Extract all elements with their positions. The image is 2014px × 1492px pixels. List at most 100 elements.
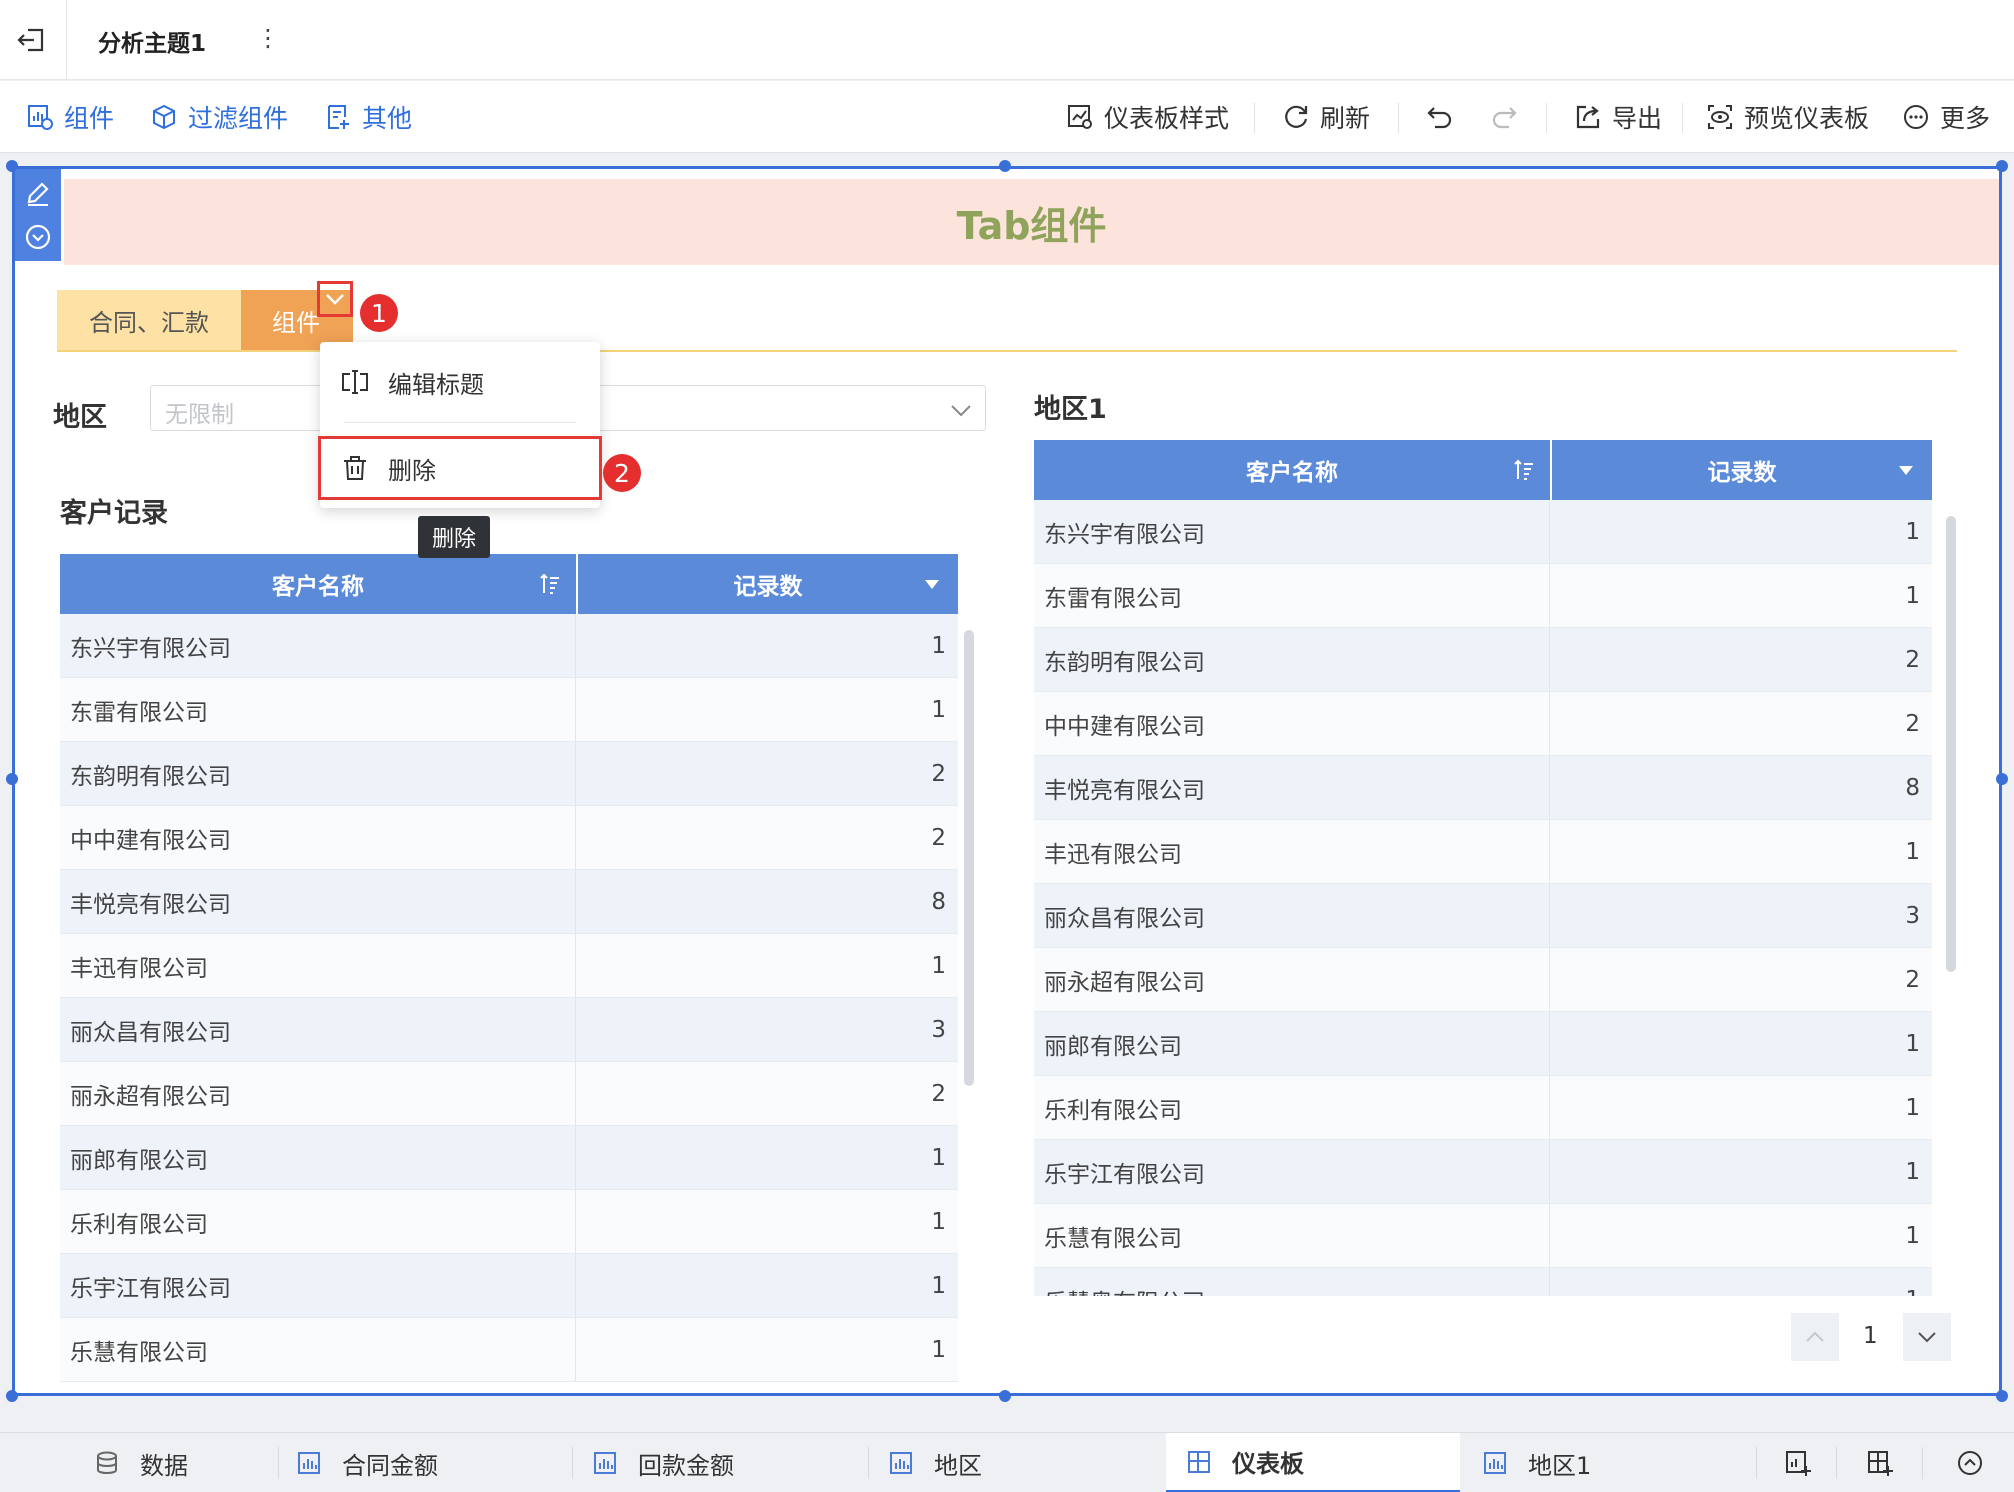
other-button[interactable]: 其他 (324, 101, 412, 133)
resize-handle[interactable] (1996, 160, 2008, 172)
filter-component-label: 过滤组件 (188, 104, 289, 133)
bottom-tab-data[interactable]: 数据 (94, 1433, 278, 1492)
record-count-cell: 1 (931, 1272, 946, 1299)
current-page: 1 (1863, 1323, 1878, 1349)
table-row[interactable]: 中中建有限公司 2 (60, 806, 958, 870)
preview-dashboard-button[interactable]: 预览仪表板 (1706, 101, 1869, 133)
tab-widget-header: Tab组件 (64, 179, 1999, 265)
table-row[interactable]: 东韵明有限公司 2 (60, 742, 958, 806)
record-count-cell: 2 (1905, 966, 1920, 993)
bottom-tab-dashboard[interactable]: 仪表板 (1166, 1433, 1460, 1492)
title-menu-icon[interactable]: ⋮ (256, 26, 280, 50)
table-row[interactable]: 东兴宇有限公司 1 (1034, 500, 1932, 564)
table-row[interactable]: 乐利有限公司 1 (60, 1190, 958, 1254)
table-row[interactable]: 东雷有限公司 1 (1034, 564, 1932, 628)
next-page-button[interactable] (1903, 1313, 1951, 1361)
table-row[interactable]: 丽众昌有限公司 3 (60, 998, 958, 1062)
table-row[interactable]: 丰悦亮有限公司 8 (60, 870, 958, 934)
tab-widget[interactable]: Tab组件 合同、汇款 组件 1 地区 无限制 客户记录 客户名称 记录数 东兴… (12, 166, 2002, 1396)
column-label: 客户名称 (1246, 460, 1338, 486)
table-row[interactable]: 东兴宇有限公司 1 (60, 614, 958, 678)
table-header: 客户名称 记录数 (60, 554, 958, 614)
table-row[interactable]: 丽永超有限公司 2 (60, 1062, 958, 1126)
tab-contract-payment[interactable]: 合同、汇款 (57, 290, 241, 350)
column-record-count[interactable]: 记录数 (576, 554, 958, 614)
collapse-icon[interactable] (24, 223, 52, 251)
customer-name-cell: 丽永超有限公司 (1034, 948, 1550, 1011)
export-label: 导出 (1612, 104, 1663, 133)
tab-label: 组件 (272, 308, 320, 337)
record-count-cell: 8 (931, 888, 946, 915)
resize-handle[interactable] (999, 1390, 1011, 1402)
add-dashboard-icon[interactable] (1866, 1449, 1894, 1477)
refresh-button[interactable]: 刷新 (1282, 101, 1370, 133)
table-row[interactable]: 乐慧有限公司 1 (1034, 1204, 1932, 1268)
edit-icon[interactable] (24, 179, 52, 207)
edit-title-icon (342, 370, 368, 394)
toolbar-divider (1254, 103, 1255, 133)
resize-handle[interactable] (1996, 1390, 2008, 1402)
table-row[interactable]: 东韵明有限公司 2 (1034, 628, 1932, 692)
customer-name-cell: 乐宇江有限公司 (1034, 1140, 1550, 1203)
resize-handle[interactable] (1996, 773, 2008, 785)
bottom-tab-payment-amount[interactable]: 回款金额 (592, 1433, 868, 1492)
more-label: 更多 (1940, 104, 1991, 133)
column-record-count[interactable]: 记录数 (1550, 440, 1932, 500)
sort-icon[interactable] (538, 572, 562, 596)
bottom-tab-region[interactable]: 地区 (888, 1433, 1164, 1492)
vertical-scrollbar[interactable] (964, 630, 974, 1086)
prev-page-button[interactable] (1791, 1313, 1839, 1361)
table-row[interactable]: 丰迅有限公司 1 (1034, 820, 1932, 884)
record-count-cell: 1 (1905, 1222, 1920, 1249)
menu-item-edit-title[interactable]: 编辑标题 (320, 352, 600, 412)
caret-down-icon[interactable] (1894, 458, 1918, 482)
filter-component-button[interactable]: 过滤组件 (150, 101, 288, 133)
customer-name-cell: 中中建有限公司 (1034, 692, 1550, 755)
tab-menu-toggle[interactable] (317, 281, 353, 317)
resize-handle[interactable] (999, 160, 1011, 172)
sort-icon[interactable] (1512, 458, 1536, 482)
customer-name-cell: 丰迅有限公司 (60, 934, 576, 997)
add-chart-icon[interactable] (1784, 1449, 1812, 1477)
column-customer-name[interactable]: 客户名称 (1034, 440, 1550, 500)
component-button[interactable]: 组件 (26, 101, 114, 133)
record-count-cell: 3 (1905, 902, 1920, 929)
table-row[interactable]: 丽郎有限公司 1 (1034, 1012, 1932, 1076)
resize-handle[interactable] (6, 1390, 18, 1402)
record-count-cell: 1 (931, 952, 946, 979)
table-row[interactable]: 乐宇江有限公司 1 (1034, 1140, 1932, 1204)
vertical-scrollbar[interactable] (1946, 516, 1956, 972)
resize-handle[interactable] (6, 773, 18, 785)
dashboard-style-button[interactable]: 仪表板样式 (1066, 101, 1229, 133)
table-row[interactable]: 乐慧有限公司 1 (60, 1318, 958, 1382)
table-row[interactable]: 乐宇江有限公司 1 (60, 1254, 958, 1318)
bottom-tab-divider (278, 1447, 279, 1479)
export-icon (1576, 105, 1600, 129)
export-button[interactable]: 导出 (1574, 101, 1662, 133)
table-row[interactable]: 东雷有限公司 1 (60, 678, 958, 742)
bottom-tab-contract-amount[interactable]: 合同金额 (296, 1433, 572, 1492)
exit-icon[interactable] (14, 22, 50, 58)
table-row[interactable]: 乐利有限公司 1 (1034, 1076, 1932, 1140)
bottom-tab-divider (1836, 1447, 1837, 1479)
table-body: 东兴宇有限公司 1 东雷有限公司 1 东韵明有限公司 2 中中建有限公司 2 丰悦亮有限公司 8 丰… (60, 614, 958, 1382)
bottom-tab-region1[interactable]: 地区1 (1482, 1433, 1758, 1492)
redo-icon[interactable] (1490, 103, 1518, 131)
table-row[interactable]: 丽郎有限公司 1 (60, 1126, 958, 1190)
table-row[interactable]: 丽永超有限公司 2 (1034, 948, 1932, 1012)
table-row[interactable]: 中中建有限公司 2 (1034, 692, 1932, 756)
table-row[interactable]: 乐慧奥有限公司1 (1034, 1268, 1932, 1296)
expand-up-icon[interactable] (1956, 1449, 1984, 1477)
resize-handle[interactable] (6, 160, 18, 172)
table-row[interactable]: 丽众昌有限公司 3 (1034, 884, 1932, 948)
undo-icon[interactable] (1426, 103, 1454, 131)
caret-down-icon[interactable] (920, 572, 944, 596)
table-row[interactable]: 丰迅有限公司 1 (60, 934, 958, 998)
delete-highlight-box (318, 436, 602, 500)
table-row[interactable]: 丰悦亮有限公司 8 (1034, 756, 1932, 820)
customer-name-cell: 乐慧有限公司 (1034, 1204, 1550, 1267)
more-button[interactable]: 更多 (1902, 101, 1990, 133)
column-customer-name[interactable]: 客户名称 (60, 554, 576, 614)
record-count-cell: 2 (931, 1080, 946, 1107)
dashboard-style-icon (1068, 105, 1092, 129)
